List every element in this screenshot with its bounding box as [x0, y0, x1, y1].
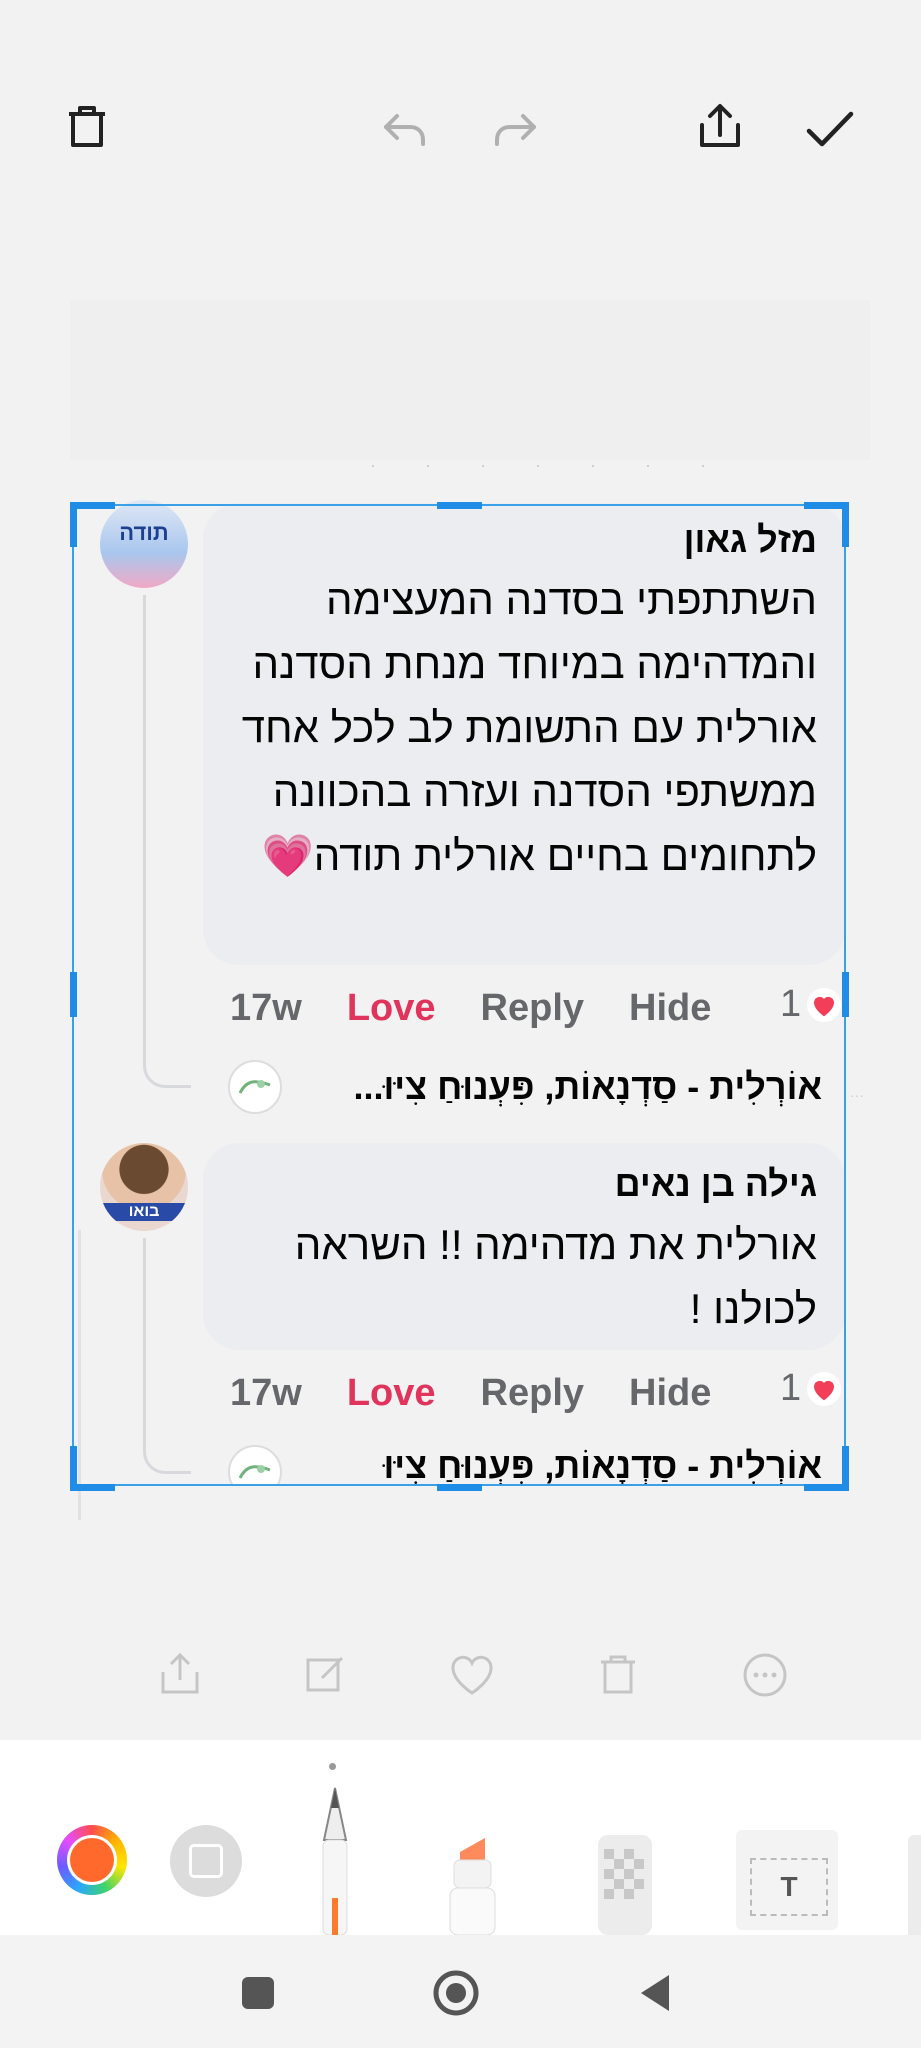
trash-icon[interactable]: [57, 97, 117, 157]
crop-handle-bottom-right[interactable]: [842, 1446, 849, 1491]
crop-handle-bottom-center[interactable]: [437, 1484, 482, 1491]
crop-handle-middle-right[interactable]: [842, 972, 849, 1017]
undo-icon[interactable]: [375, 100, 435, 160]
color-picker-button[interactable]: [57, 1825, 127, 1895]
recents-icon[interactable]: [233, 1968, 283, 2018]
crop-handle-middle-left[interactable]: [70, 972, 77, 1017]
highlighter-tool[interactable]: [440, 1830, 505, 1936]
share-icon[interactable]: [690, 97, 750, 157]
text-tool-label: T: [750, 1858, 828, 1916]
pen-tool[interactable]: [310, 1780, 360, 1936]
crop-handle-top-center[interactable]: [437, 502, 482, 509]
edit-icon: [300, 1650, 350, 1700]
more-icon: [740, 1650, 790, 1700]
crop-handle-top-left[interactable]: [70, 502, 77, 547]
shape-tool-button[interactable]: [170, 1825, 242, 1897]
screenshot-faded-area: [70, 300, 870, 460]
faded-dots: · · · · · · ·: [370, 455, 728, 475]
trash-icon: [593, 1650, 643, 1700]
share-icon: [155, 1650, 205, 1700]
crop-handle-bottom-left[interactable]: [70, 1446, 77, 1491]
redo-icon[interactable]: [485, 100, 545, 160]
text-tool[interactable]: T: [736, 1830, 838, 1930]
active-tool-dot: [329, 1763, 336, 1770]
mosaic-tool[interactable]: [590, 1825, 660, 1935]
heart-icon: [447, 1650, 497, 1700]
check-icon[interactable]: [800, 100, 860, 160]
reply-dots: ···: [850, 1087, 864, 1103]
tray-edge-tool: [908, 1835, 921, 1935]
home-icon[interactable]: [431, 1968, 481, 2018]
selected-color-swatch: [70, 1838, 114, 1882]
crop-selection-frame[interactable]: [72, 504, 846, 1486]
crop-handle-top-right[interactable]: [842, 502, 849, 547]
back-icon[interactable]: [630, 1968, 680, 2018]
